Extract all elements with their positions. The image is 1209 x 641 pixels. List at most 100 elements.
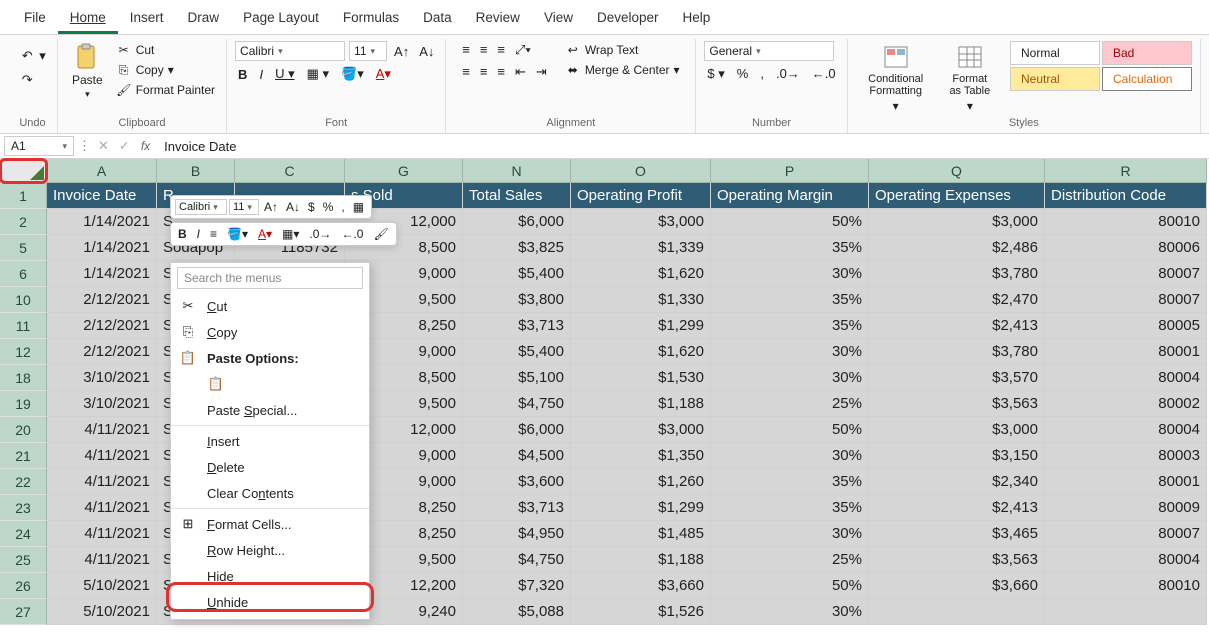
ctx-copy[interactable]: ⎘Copy — [171, 319, 369, 345]
cell[interactable]: $1,485 — [571, 521, 711, 547]
cell[interactable]: $3,825 — [463, 235, 571, 261]
underline-button[interactable]: U ▾ — [272, 65, 298, 83]
cell[interactable]: 5/10/2021 — [47, 599, 157, 625]
decrease-indent-icon[interactable]: ⇤ — [512, 63, 529, 81]
bold-button[interactable]: B — [235, 66, 250, 83]
ctx-paste-default[interactable]: 📋 — [171, 371, 369, 397]
cell[interactable]: 4/11/2021 — [47, 417, 157, 443]
cell[interactable]: 80007 — [1045, 521, 1207, 547]
mini-font-combo[interactable]: Calibri▾ — [175, 199, 227, 215]
cell[interactable]: $1,188 — [571, 547, 711, 573]
cell[interactable]: $3,780 — [869, 339, 1045, 365]
cell[interactable]: 30% — [711, 521, 869, 547]
cell[interactable]: 80004 — [1045, 417, 1207, 443]
cell[interactable]: 35% — [711, 235, 869, 261]
cell[interactable]: 2/12/2021 — [47, 287, 157, 313]
tab-view[interactable]: View — [532, 4, 585, 34]
cell[interactable]: 35% — [711, 287, 869, 313]
font-name-combo[interactable]: Calibri▾ — [235, 41, 345, 61]
cell[interactable]: $4,750 — [463, 547, 571, 573]
cell[interactable]: 80004 — [1045, 547, 1207, 573]
cell[interactable] — [1045, 599, 1207, 625]
mini-bold-button[interactable]: B — [175, 226, 190, 242]
cell[interactable]: 30% — [711, 339, 869, 365]
name-box[interactable]: A1▾ — [4, 136, 74, 156]
row-header[interactable]: 18 — [0, 365, 47, 391]
cell[interactable]: 30% — [711, 365, 869, 391]
redo-button[interactable]: ↷ — [16, 71, 38, 89]
merge-center-button[interactable]: ⬌Merge & Center ▾ — [562, 61, 683, 79]
row-header[interactable]: 20 — [0, 417, 47, 443]
col-header[interactable]: C — [235, 159, 345, 183]
cell[interactable]: 4/11/2021 — [47, 495, 157, 521]
tab-data[interactable]: Data — [411, 4, 464, 34]
cell[interactable]: $2,340 — [869, 469, 1045, 495]
cell[interactable]: 80001 — [1045, 469, 1207, 495]
borders-button[interactable]: ▦ ▾ — [304, 65, 332, 83]
mini-borders-icon[interactable]: ▦▾ — [279, 226, 302, 242]
cell[interactable]: $2,486 — [869, 235, 1045, 261]
increase-indent-icon[interactable]: ⇥ — [533, 63, 550, 81]
cell[interactable]: 25% — [711, 391, 869, 417]
row-header[interactable]: 2 — [0, 209, 47, 235]
font-size-combo[interactable]: 11▾ — [349, 41, 387, 61]
row-header[interactable]: 12 — [0, 339, 47, 365]
format-painter-button[interactable]: 🖌Format Painter — [113, 81, 218, 99]
align-right-icon[interactable]: ≡ — [494, 63, 508, 81]
cell[interactable]: 35% — [711, 469, 869, 495]
number-format-combo[interactable]: General▾ — [704, 41, 834, 61]
row-header[interactable]: 10 — [0, 287, 47, 313]
ctx-row-height[interactable]: Row Height... — [171, 537, 369, 563]
row-header[interactable]: 19 — [0, 391, 47, 417]
col-header[interactable]: Q — [869, 159, 1045, 183]
cell-style-neutral[interactable]: Neutral — [1010, 67, 1100, 91]
percent-button[interactable]: % — [734, 65, 752, 83]
wrap-text-button[interactable]: ↩Wrap Text — [562, 41, 683, 59]
cell[interactable]: $3,563 — [869, 391, 1045, 417]
ctx-insert[interactable]: Insert — [171, 428, 369, 454]
align-left-icon[interactable]: ≡ — [459, 63, 473, 81]
cell[interactable]: 30% — [711, 261, 869, 287]
header-cell[interactable]: Operating Margin — [711, 183, 869, 209]
select-all-button[interactable] — [0, 159, 47, 183]
format-as-table-button[interactable]: Format as Table▾ — [940, 41, 1000, 115]
mini-decrease-font-icon[interactable]: A↓ — [283, 199, 303, 215]
tab-review[interactable]: Review — [464, 4, 532, 34]
orientation-icon[interactable]: ⤢▾ — [512, 41, 534, 59]
col-header[interactable]: G — [345, 159, 463, 183]
cell[interactable]: 35% — [711, 313, 869, 339]
tab-insert[interactable]: Insert — [118, 4, 176, 34]
row-header[interactable]: 26 — [0, 573, 47, 599]
comma-button[interactable]: , — [757, 65, 767, 83]
cell[interactable]: $4,500 — [463, 443, 571, 469]
cut-button[interactable]: ✂Cut — [113, 41, 218, 59]
row-header[interactable]: 11 — [0, 313, 47, 339]
cell[interactable]: $3,600 — [463, 469, 571, 495]
formula-input[interactable]: Invoice Date — [158, 137, 1205, 156]
row-header[interactable]: 21 — [0, 443, 47, 469]
header-cell[interactable]: Invoice Date — [47, 183, 157, 209]
cell[interactable]: $5,400 — [463, 339, 571, 365]
increase-decimal-icon[interactable]: .0→ — [773, 65, 803, 83]
cell[interactable]: $1,188 — [571, 391, 711, 417]
cell[interactable]: 80003 — [1045, 443, 1207, 469]
cell[interactable]: $2,470 — [869, 287, 1045, 313]
cell[interactable]: 50% — [711, 209, 869, 235]
cell[interactable]: 80001 — [1045, 339, 1207, 365]
cancel-formula-icon[interactable]: ✕ — [95, 137, 112, 155]
mini-align-icon[interactable]: ≡ — [207, 226, 220, 242]
row-header[interactable]: 27 — [0, 599, 47, 625]
ctx-clear-contents[interactable]: Clear Contents — [171, 480, 369, 506]
mini-table-icon[interactable]: ▦ — [350, 199, 367, 215]
cell[interactable]: $1,620 — [571, 261, 711, 287]
cell[interactable]: 80010 — [1045, 573, 1207, 599]
cell[interactable]: 80004 — [1045, 365, 1207, 391]
cell[interactable]: $3,660 — [571, 573, 711, 599]
row-header[interactable]: 25 — [0, 547, 47, 573]
cell[interactable]: $3,713 — [463, 495, 571, 521]
header-cell[interactable]: Total Sales — [463, 183, 571, 209]
cell[interactable]: $3,713 — [463, 313, 571, 339]
cell[interactable]: 4/11/2021 — [47, 443, 157, 469]
mini-increase-font-icon[interactable]: A↑ — [261, 199, 281, 215]
col-header[interactable]: N — [463, 159, 571, 183]
